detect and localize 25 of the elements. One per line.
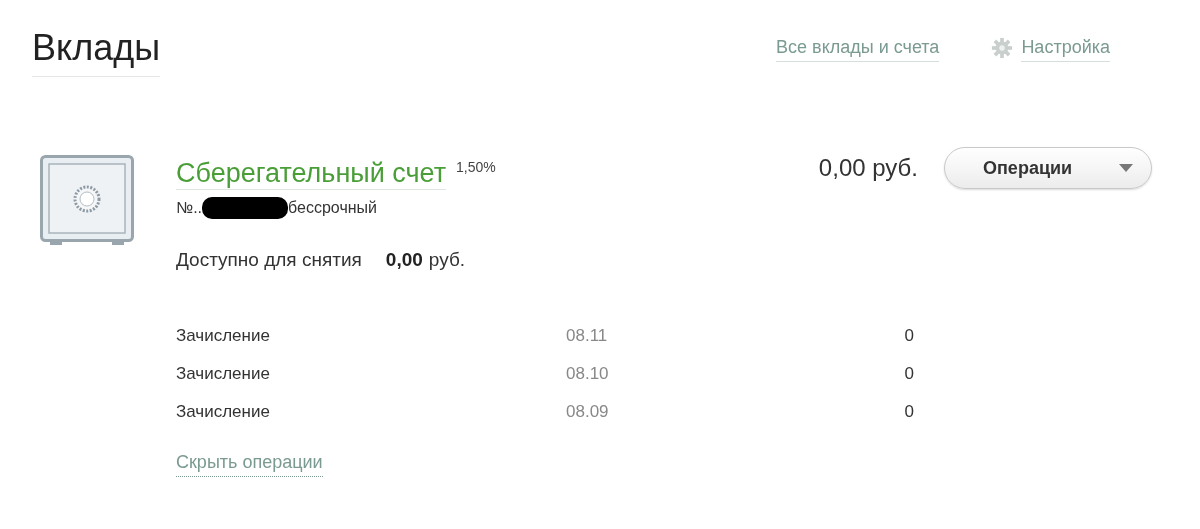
operation-type: Зачисление bbox=[176, 324, 271, 347]
interest-rate: 1,50% bbox=[456, 158, 496, 177]
operation-date: 08.10 bbox=[566, 362, 609, 385]
hide-operations-link[interactable]: Скрыть операции bbox=[176, 448, 323, 477]
operation-date: 08.09 bbox=[566, 400, 609, 423]
operation-type: Зачисление bbox=[176, 400, 271, 423]
account-balance: 0,00 руб. bbox=[818, 153, 918, 183]
page-title: Вклады bbox=[32, 26, 161, 77]
account-term: бессрочный bbox=[288, 198, 377, 218]
all-accounts-link[interactable]: Все вклады и счета bbox=[776, 34, 940, 62]
operations-button[interactable]: Операции bbox=[944, 147, 1152, 189]
settings-icon bbox=[991, 37, 1014, 59]
settings-link[interactable]: Настройка bbox=[1021, 34, 1110, 62]
operation-amount: 0 bbox=[904, 324, 914, 347]
safe-icon bbox=[40, 155, 134, 247]
operation-date: 08.11 bbox=[566, 324, 608, 347]
available-amount: 0,00 bbox=[385, 248, 423, 272]
operation-type: Зачисление bbox=[176, 362, 271, 385]
operation-amount: 0 bbox=[904, 362, 914, 385]
available-label: Доступно для снятия bbox=[176, 248, 362, 272]
account-name-link[interactable]: Сберегательный счет bbox=[176, 157, 447, 190]
available-currency: руб. bbox=[428, 248, 466, 272]
account-number: №.. bbox=[176, 198, 203, 218]
operation-amount: 0 bbox=[904, 400, 914, 423]
caret-icon bbox=[1119, 164, 1133, 172]
